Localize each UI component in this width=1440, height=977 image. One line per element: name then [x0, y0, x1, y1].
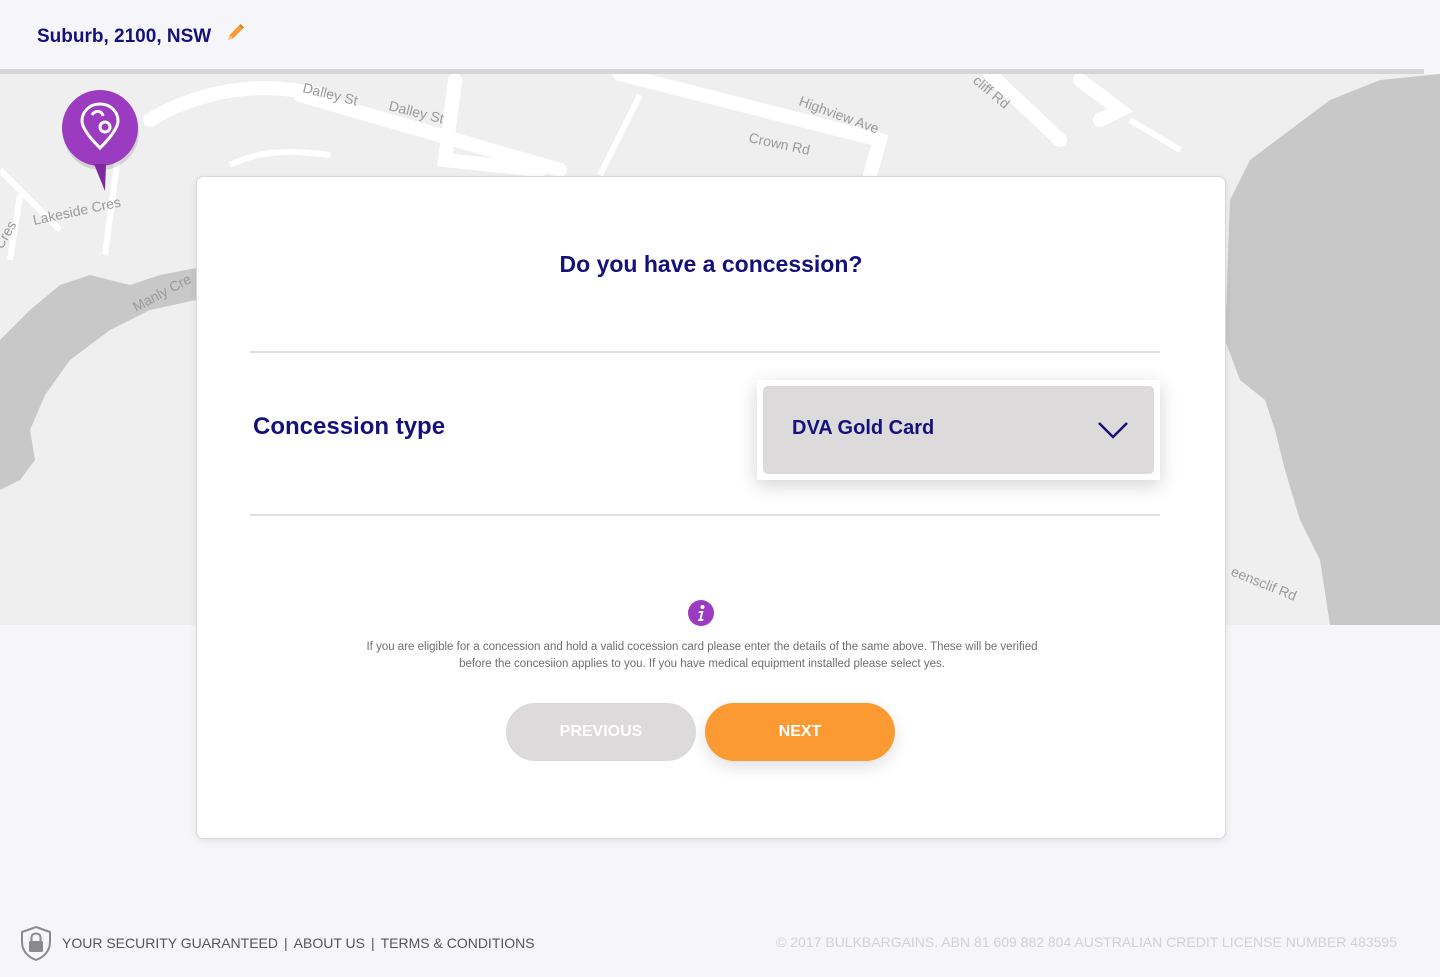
footer-links: YOUR SECURITY GUARANTEED | ABOUT US | TE…: [18, 925, 535, 961]
concession-type-dropdown-wrapper: DVA Gold Card: [757, 380, 1160, 480]
concession-card: Do you have a concession? Concession typ…: [196, 176, 1226, 839]
location-text: Suburb, 2100, NSW: [37, 26, 212, 47]
previous-button[interactable]: PREVIOUS: [506, 703, 696, 761]
chevron-down-icon: [1098, 422, 1128, 439]
footer-separator: |: [370, 935, 375, 951]
header: Suburb, 2100, NSW: [0, 0, 1440, 70]
pencil-icon[interactable]: [224, 22, 246, 44]
location-pin-icon: [62, 90, 139, 191]
concession-type-label: Concession type: [253, 413, 446, 440]
info-text: If you are eligible for a concession and…: [366, 641, 1038, 670]
divider: [250, 351, 1160, 353]
divider: [250, 514, 1160, 516]
info-icon: [688, 600, 714, 626]
street-label: Crown Rd: [747, 129, 811, 158]
concession-type-dropdown[interactable]: DVA Gold Card: [763, 386, 1154, 474]
shield-lock-icon: [21, 925, 51, 961]
dropdown-selected-value: DVA Gold Card: [792, 417, 935, 439]
security-guaranteed-link[interactable]: YOUR SECURITY GUARANTEED: [62, 935, 278, 951]
terms-link[interactable]: TERMS & CONDITIONS: [381, 935, 535, 951]
footer-separator: |: [284, 935, 288, 951]
copyright-text: © 2017 BULKBARGAINS. ABN 81 609 882 804 …: [776, 934, 1397, 950]
next-button[interactable]: NEXT: [705, 703, 895, 761]
street-label: eensclif Rd: [1229, 563, 1299, 604]
question-heading: Do you have a concession?: [559, 251, 863, 277]
about-us-link[interactable]: ABOUT US: [294, 935, 365, 951]
